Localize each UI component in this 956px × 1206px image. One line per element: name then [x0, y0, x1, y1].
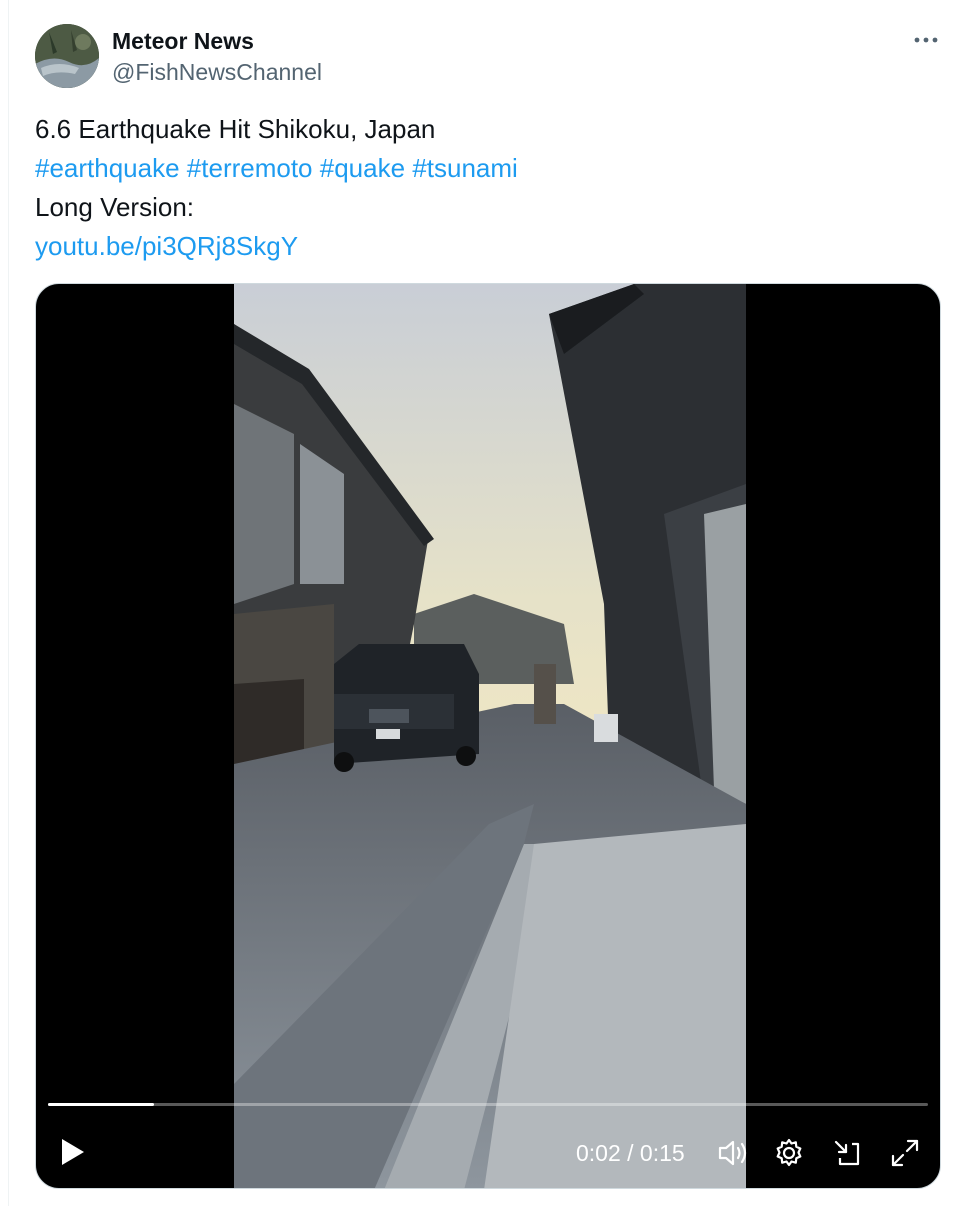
more-horizontal-icon [914, 37, 938, 43]
gear-icon [776, 1138, 802, 1167]
hashtag-link[interactable]: #tsunami [412, 153, 518, 183]
video-progress-bar[interactable] [48, 1103, 928, 1106]
more-button[interactable] [906, 26, 946, 54]
hashtag-line: #earthquake #terremoto #quake #tsunami [35, 149, 915, 188]
author-handle[interactable]: @FishNewsChannel [112, 58, 322, 86]
timeline-divider [8, 0, 9, 1206]
settings-button[interactable] [772, 1136, 806, 1170]
long-version-label: Long Version: [35, 192, 195, 222]
author-display-name[interactable]: Meteor News [112, 27, 254, 55]
tweet-headline: 6.6 Earthquake Hit Shikoku, Japan [35, 114, 436, 144]
expand-icon [891, 1139, 919, 1167]
play-button[interactable] [54, 1134, 90, 1170]
hashtag-link[interactable]: #quake [320, 153, 405, 183]
tweet-text: 6.6 Earthquake Hit Shikoku, Japan #earth… [35, 110, 915, 266]
video-time: 0:02 / 0:15 [576, 1140, 685, 1166]
picture-in-picture-button[interactable] [830, 1136, 864, 1170]
video-frame[interactable] [234, 284, 746, 1188]
youtube-link[interactable]: youtu.be/pi3QRj8SkgY [35, 231, 298, 261]
hashtag-link[interactable]: #earthquake [35, 153, 180, 183]
volume-icon [718, 1140, 747, 1166]
video-progress-fill [48, 1103, 154, 1106]
avatar[interactable] [35, 24, 99, 88]
volume-button[interactable] [716, 1136, 750, 1170]
play-icon [62, 1139, 84, 1165]
picture-in-picture-icon [834, 1140, 860, 1166]
video-player[interactable]: 0:02 / 0:15 [35, 283, 941, 1189]
hashtag-link[interactable]: #terremoto [187, 153, 313, 183]
fullscreen-button[interactable] [888, 1136, 922, 1170]
